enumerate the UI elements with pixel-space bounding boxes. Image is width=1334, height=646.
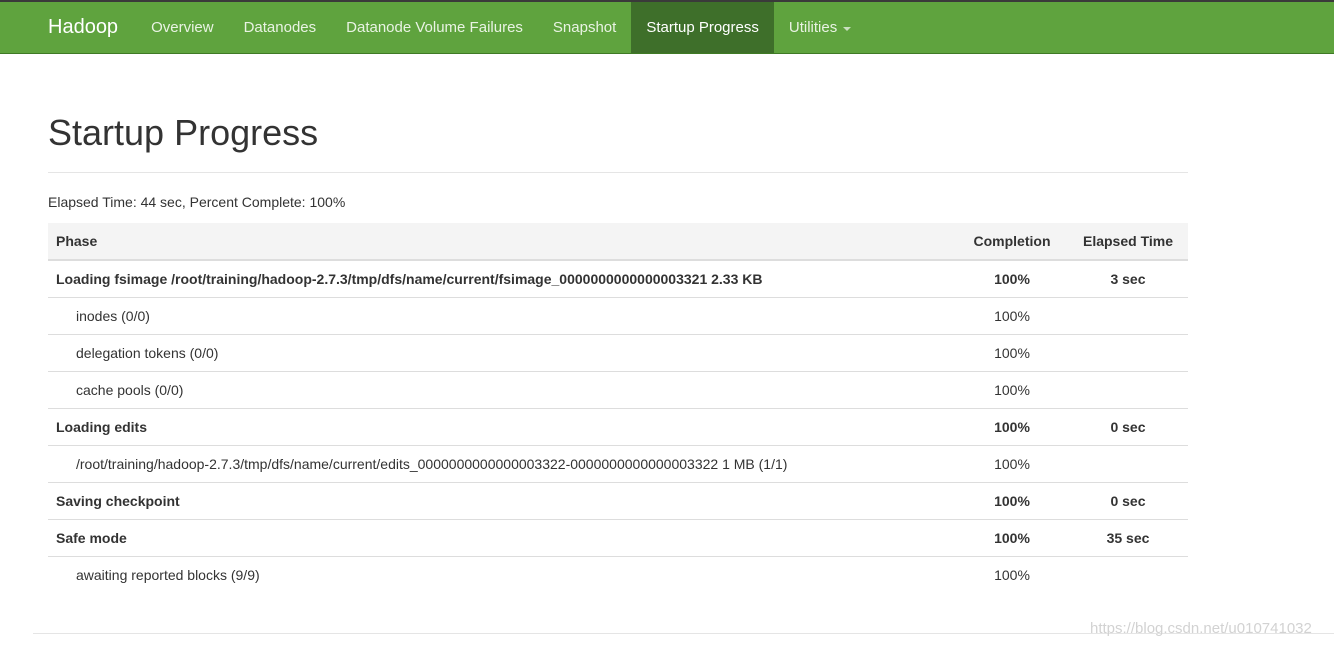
nav-overview[interactable]: Overview [136,2,229,53]
nav-utilities-label: Utilities [788,19,838,36]
table-row: cache pools (0/0) 100% [48,371,1188,409]
startup-progress-table: Phase Completion Elapsed Time Loading fs… [48,223,1188,593]
table-row: /root/training/hadoop-2.7.3/tmp/dfs/name… [48,445,1188,483]
table-row: Loading edits 100% 0 sec [48,408,1188,446]
step-cell: delegation tokens (0/0) [48,334,956,372]
phase-cell: Loading edits [48,408,956,446]
table-row: Saving checkpoint 100% 0 sec [48,482,1188,520]
elapsed-cell [1068,371,1188,409]
completion-cell: 100% [956,408,1068,446]
elapsed-cell [1068,297,1188,335]
watermark-text: https://blog.csdn.net/u010741032 [1090,620,1312,637]
header-phase: Phase [48,223,956,261]
elapsed-cell [1068,556,1188,593]
summary-text: Elapsed Time: 44 sec, Percent Complete: … [48,194,346,210]
nav-utilities-dropdown[interactable]: Utilities [774,2,866,53]
completion-cell: 100% [956,445,1068,483]
phase-cell: Loading fsimage /root/training/hadoop-2.… [48,260,956,298]
elapsed-cell: 3 sec [1068,260,1188,298]
elapsed-cell [1068,445,1188,483]
caret-down-icon [843,26,852,31]
elapsed-cell: 0 sec [1068,482,1188,520]
table-row: Safe mode 100% 35 sec [48,519,1188,557]
elapsed-cell: 35 sec [1068,519,1188,557]
page-title: Startup Progress [48,112,319,153]
completion-cell: 100% [956,519,1068,557]
header-elapsed-time: Elapsed Time [1068,223,1188,261]
completion-cell: 100% [956,260,1068,298]
nav-snapshot[interactable]: Snapshot [538,2,631,53]
nav-datanodes[interactable]: Datanodes [229,2,332,53]
top-navbar: Hadoop Overview Datanodes Datanode Volum… [0,0,1334,54]
phase-cell: Saving checkpoint [48,482,956,520]
completion-cell: 100% [956,334,1068,372]
completion-cell: 100% [956,482,1068,520]
step-cell: inodes (0/0) [48,297,956,335]
nav-startup-progress[interactable]: Startup Progress [631,2,774,53]
table-row: Loading fsimage /root/training/hadoop-2.… [48,260,1188,298]
step-cell: awaiting reported blocks (9/9) [76,566,260,583]
phase-cell: Safe mode [48,519,956,557]
brand-link[interactable]: Hadoop [0,2,136,53]
completion-cell: 100% [956,371,1068,409]
elapsed-cell [1068,334,1188,372]
table-row: awaiting reported blocks (9/9) 100% [48,556,1188,593]
elapsed-cell: 0 sec [1068,408,1188,446]
table-row: delegation tokens (0/0) 100% [48,334,1188,372]
table-header-row: Phase Completion Elapsed Time [48,223,1188,261]
nav-datanode-volume-failures[interactable]: Datanode Volume Failures [331,2,538,53]
header-completion: Completion [956,223,1068,261]
table-row: inodes (0/0) 100% [48,297,1188,335]
completion-cell: 100% [956,297,1068,335]
completion-cell: 100% [994,566,1030,583]
step-cell: /root/training/hadoop-2.7.3/tmp/dfs/name… [48,445,956,483]
title-divider [48,172,1188,173]
step-cell: cache pools (0/0) [48,371,956,409]
